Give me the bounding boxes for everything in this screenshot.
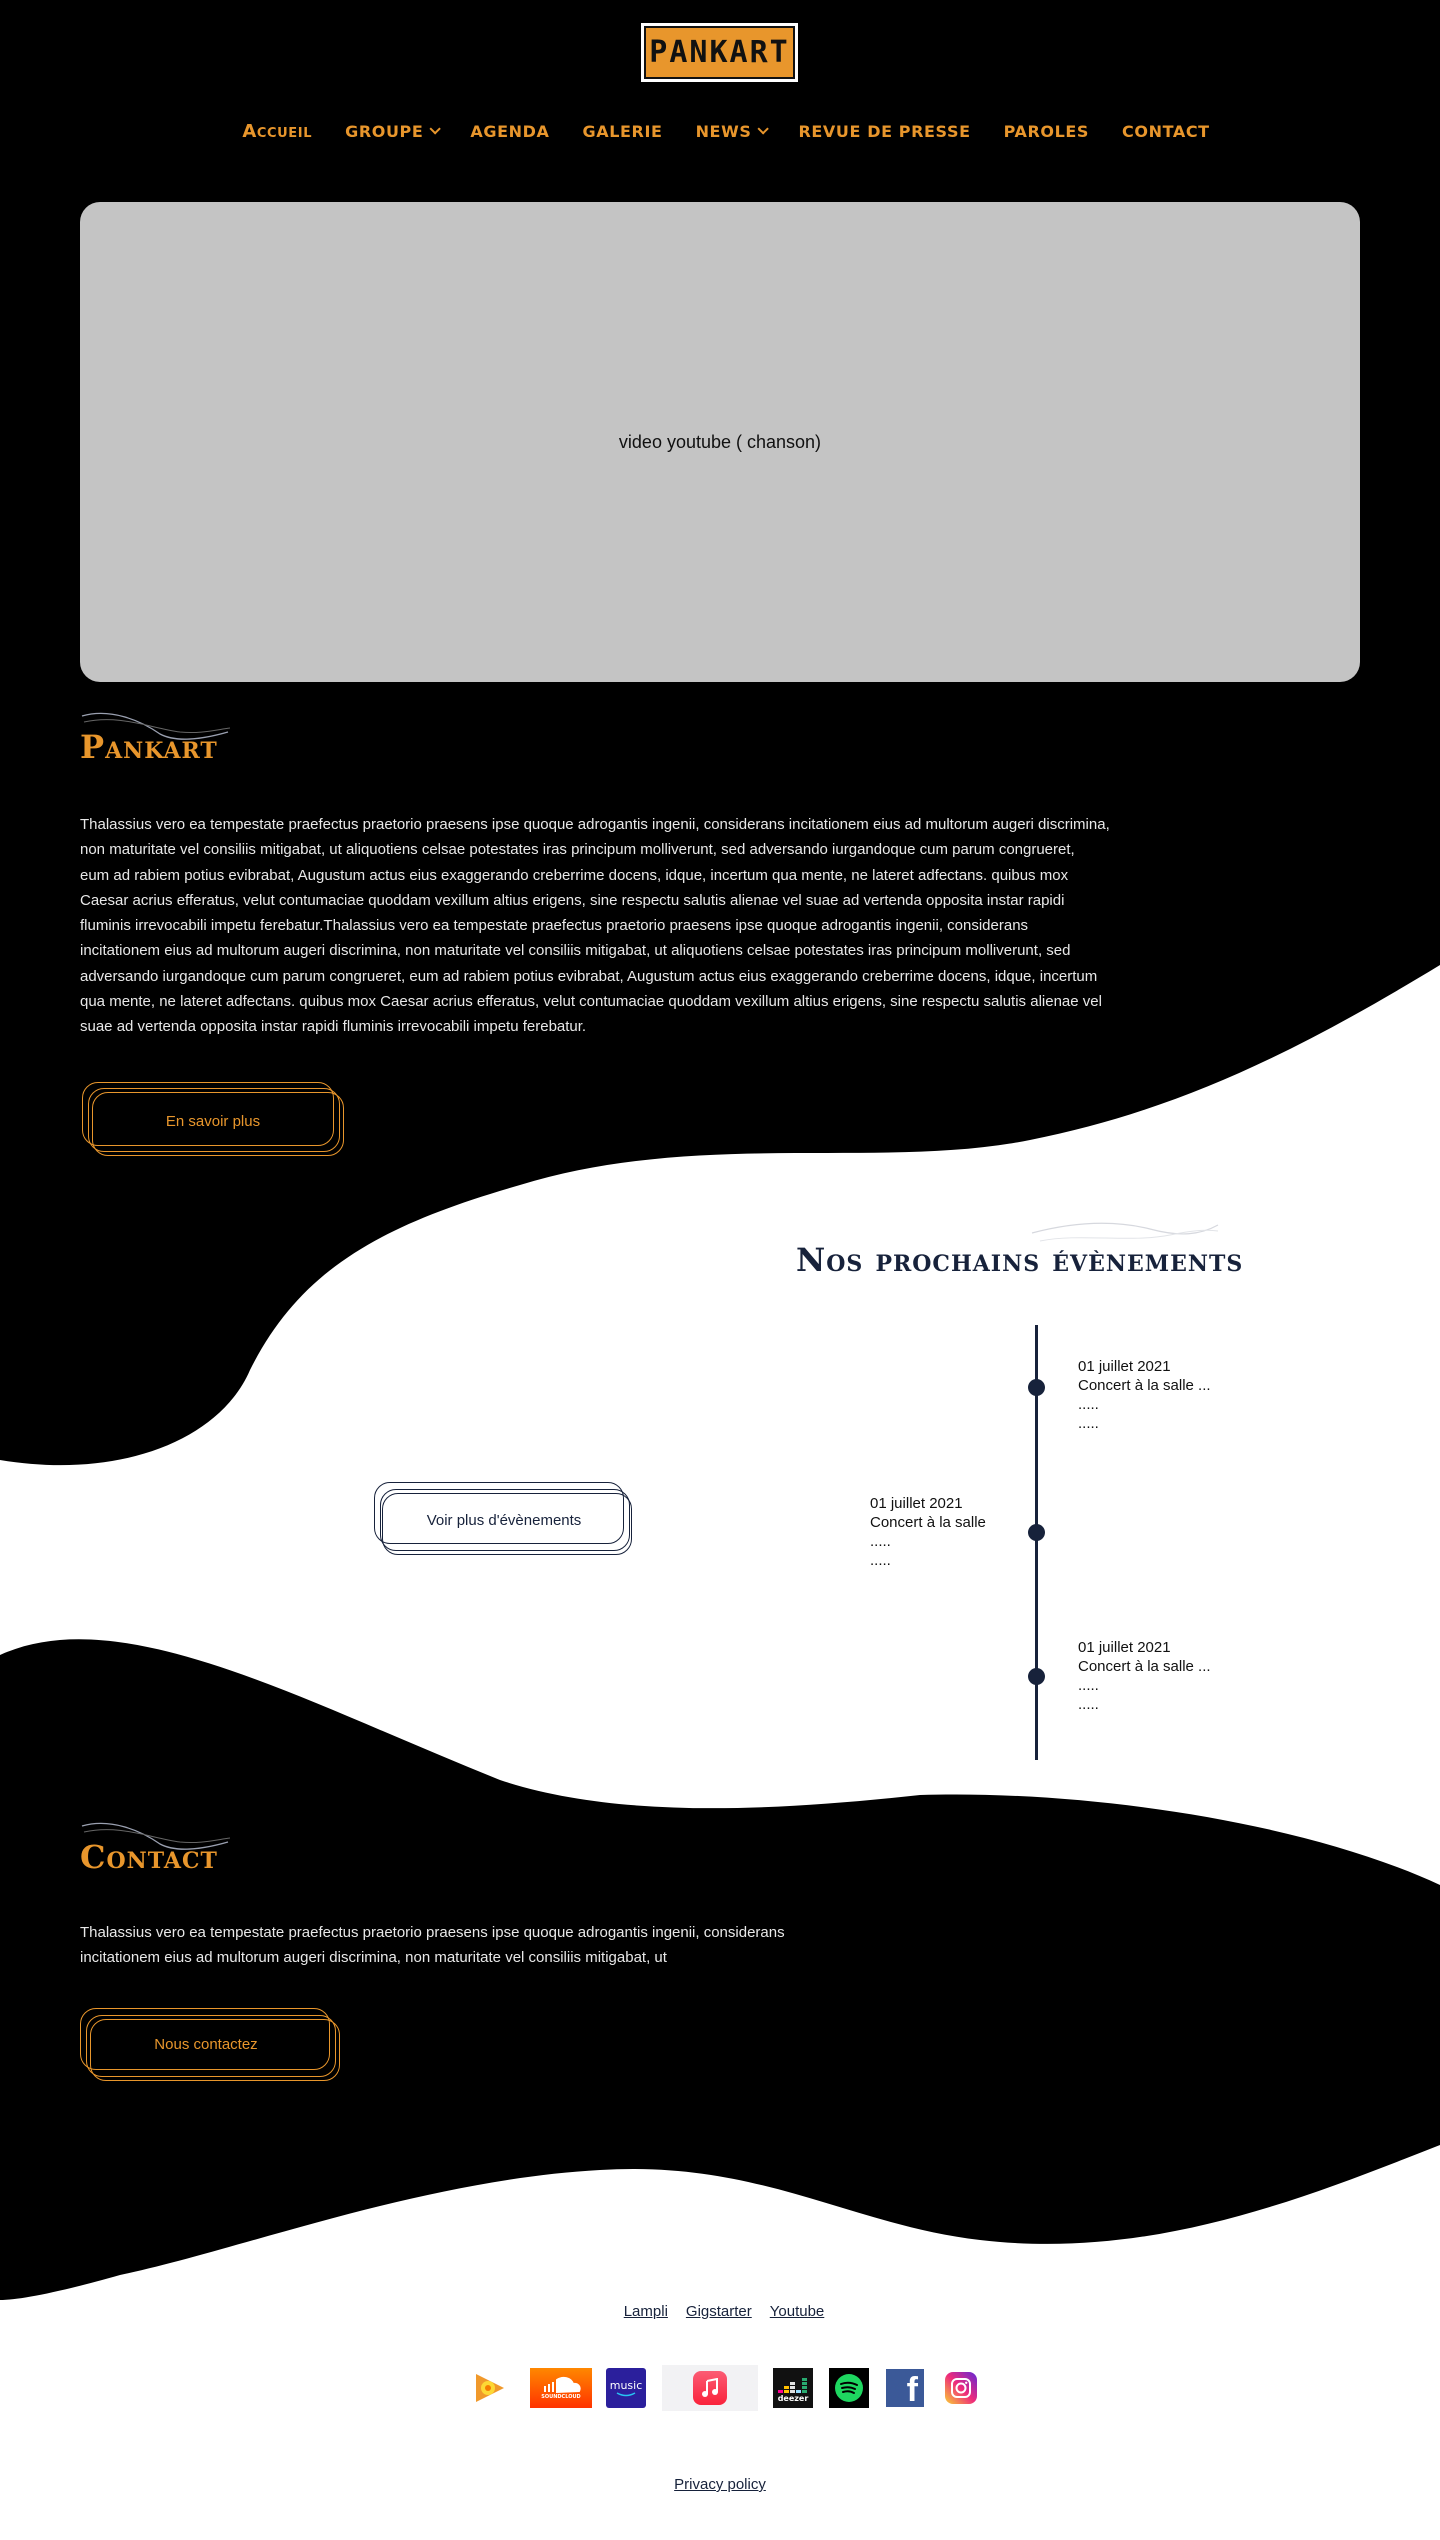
- about-paragraph: Thalassius vero ea tempestate praefectus…: [80, 812, 1180, 1040]
- deezer-icon[interactable]: deezer: [773, 2365, 813, 2411]
- voir-plus-evenements-button[interactable]: Voir plus d'évènements: [374, 1482, 634, 1556]
- event-place: Concert à la salle ...: [1078, 1658, 1211, 1675]
- event-place: Concert à la salle ...: [1078, 1377, 1211, 1394]
- nav-label: Contact: [1122, 121, 1210, 141]
- nav-label: Accueil: [242, 120, 313, 142]
- video-label: video youtube ( chanson): [618, 431, 822, 452]
- nav-item-galerie[interactable]: Galerie: [583, 122, 663, 141]
- about-title: Pankart: [80, 728, 218, 766]
- nav-item-agenda[interactable]: Agenda: [470, 122, 549, 141]
- facebook-letter: f: [906, 2371, 918, 2409]
- event-detail: .....: [1078, 1415, 1099, 1432]
- about-line: qua mente, ne lateret adfectans. quibus …: [80, 993, 1102, 1011]
- about-line: non maturitate vel consiliis mitigabat, …: [80, 841, 1075, 859]
- about-line: Caesar acrius efferatus, velut contumaci…: [80, 891, 1065, 909]
- en-savoir-plus-button[interactable]: En savoir plus: [82, 1082, 344, 1156]
- footer-link-gigstarter[interactable]: Gigstarter: [686, 2303, 752, 2320]
- about-line: suae ad vertenda opposita instar rapidi …: [80, 1018, 587, 1036]
- timeline-dot: [1028, 1379, 1045, 1396]
- footer-link-lampli[interactable]: Lampli: [624, 2303, 668, 2320]
- spotify-icon[interactable]: [829, 2365, 869, 2411]
- nav-label: News: [695, 121, 752, 141]
- soundcloud-wordmark: SOUNDCLOUD: [541, 2394, 581, 2400]
- nav-label: Agenda: [470, 121, 550, 141]
- nav-item-paroles[interactable]: Paroles: [1004, 122, 1089, 141]
- google-play-music-icon[interactable]: [470, 2365, 510, 2411]
- logo-text: PANKART: [649, 35, 790, 70]
- amazon-music-icon[interactable]: music: [606, 2365, 646, 2411]
- event-date: 01 juillet 2021: [1078, 1358, 1171, 1375]
- apple-music-icon[interactable]: [662, 2365, 758, 2411]
- nav-label: Paroles: [1003, 121, 1090, 141]
- button-label: Voir plus d'évènements: [426, 1511, 582, 1529]
- streaming-icons-row: SOUNDCLOUD music deezer f: [0, 2365, 1440, 2413]
- about-line: incitationem eius ad multorum augeri dis…: [80, 942, 1071, 960]
- nav-item-news[interactable]: News: [695, 121, 770, 141]
- event-date: 01 juillet 2021: [870, 1495, 963, 1512]
- event-date: 01 juillet 2021: [1078, 1639, 1171, 1656]
- nav-label: Galerie: [582, 121, 663, 141]
- events-title: Nos prochains évènements: [796, 1241, 1244, 1279]
- footer-link-youtube[interactable]: Youtube: [770, 2303, 825, 2320]
- logo-badge: PANKART: [644, 26, 795, 79]
- privacy-policy-link[interactable]: Privacy policy: [674, 2476, 766, 2493]
- about-line: eum ad rabiem potius evibrabat, Augustum…: [80, 866, 1069, 884]
- event-detail: .....: [870, 1552, 891, 1569]
- nav-item-groupe[interactable]: Groupe: [345, 121, 442, 141]
- about-line: fluminis irrevocabili impetu ferebatur.T…: [80, 917, 1029, 935]
- nav-label: Groupe: [345, 121, 424, 141]
- timeline-dot: [1028, 1668, 1045, 1685]
- event-detail: .....: [1078, 1696, 1099, 1713]
- facebook-icon[interactable]: f: [886, 2365, 924, 2411]
- event-detail: .....: [1078, 1677, 1099, 1694]
- contact-title: Contact: [80, 1838, 218, 1876]
- pankart-logo[interactable]: PANKART: [641, 23, 798, 82]
- instagram-icon[interactable]: [943, 2365, 979, 2411]
- footer-links: Lampli Gigstarter Youtube: [0, 2303, 1440, 2320]
- nav-label: Revue de presse: [798, 121, 971, 141]
- youtube-video-placeholder[interactable]: video youtube ( chanson): [80, 202, 1360, 682]
- about-line: Thalassius vero ea tempestate praefectus…: [80, 816, 1110, 833]
- about-line: adversando iurgandoque cum parum congrue…: [80, 967, 1098, 985]
- deezer-wordmark: deezer: [777, 2393, 809, 2403]
- contact-line: Thalassius vero ea tempestate praefectus…: [80, 1924, 785, 1941]
- event-place: Concert à la salle: [870, 1514, 986, 1531]
- event-item[interactable]: 01 juillet 2021 Concert à la salle .....…: [870, 1494, 1030, 1570]
- nav-item-revue-de-presse[interactable]: Revue de presse: [798, 122, 970, 141]
- soundcloud-icon[interactable]: SOUNDCLOUD: [530, 2365, 592, 2411]
- nous-contactez-button[interactable]: Nous contactez: [80, 2008, 342, 2082]
- event-detail: .....: [1078, 1396, 1099, 1413]
- event-item[interactable]: 01 juillet 2021 Concert à la salle ... .…: [1078, 1357, 1278, 1433]
- button-label: Nous contactez: [154, 2035, 258, 2053]
- contact-line: incitationem eius ad multorum augeri dis…: [80, 1949, 667, 1967]
- timeline-dot: [1028, 1524, 1045, 1541]
- main-nav: Accueil Groupe Agenda Galerie News Revue…: [0, 116, 1440, 146]
- nav-item-contact[interactable]: Contact: [1122, 122, 1210, 141]
- nav-item-accueil[interactable]: Accueil: [242, 121, 312, 142]
- button-label: En savoir plus: [165, 1112, 261, 1130]
- chevron-down-icon: [429, 123, 442, 135]
- event-detail: .....: [870, 1533, 891, 1550]
- event-item[interactable]: 01 juillet 2021 Concert à la salle ... .…: [1078, 1638, 1278, 1714]
- contact-paragraph: Thalassius vero ea tempestate praefectus…: [80, 1920, 860, 1971]
- chevron-down-icon: [757, 123, 770, 135]
- amazon-music-wordmark: music: [609, 2379, 643, 2392]
- privacy-policy-row: Privacy policy: [0, 2474, 1440, 2493]
